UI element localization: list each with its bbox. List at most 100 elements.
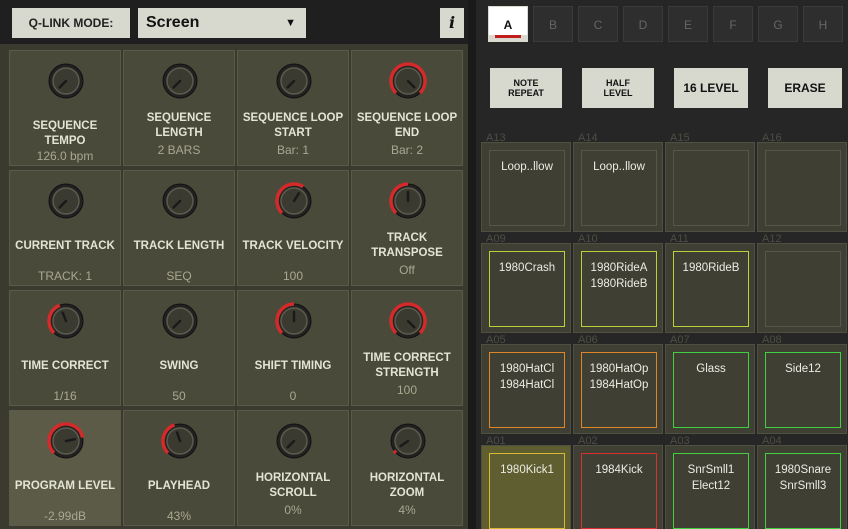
pad-number: A01 <box>486 435 506 447</box>
tab-label: E <box>683 18 692 32</box>
half-level-button[interactable]: HALF LEVEL <box>582 68 654 108</box>
qlink-cell-value: 100 <box>282 269 304 283</box>
qlink-cell[interactable]: TRACK TRANSPOSE Off <box>351 170 463 286</box>
pad-sample-1: 1980Crash <box>498 262 556 274</box>
pad-a11[interactable]: A11 1980RideB <box>665 233 755 333</box>
qlink-cell-label: TRACK VELOCITY <box>242 240 344 252</box>
sixteen-level-button[interactable]: 16 LEVEL <box>674 68 748 108</box>
qlink-cell-value: 4% <box>398 503 416 517</box>
pad-inner <box>765 150 841 226</box>
tab-g[interactable]: G <box>758 6 798 42</box>
qlink-cell[interactable]: TRACK VELOCITY 100 <box>237 170 349 286</box>
pad-a12[interactable]: A12 <box>757 233 847 333</box>
pad-sample-2: 1984HatCl <box>499 379 555 391</box>
pad-a09[interactable]: A09 1980Crash <box>481 233 571 333</box>
pad-a16[interactable]: A16 <box>757 132 847 232</box>
knob-icon[interactable] <box>46 61 86 101</box>
pad-a05[interactable]: A05 1980HatCl 1984HatCl <box>481 334 571 434</box>
pad-number: A02 <box>578 435 598 447</box>
knob-icon[interactable] <box>274 301 314 341</box>
pad-number: A08 <box>762 334 782 346</box>
qlink-cell[interactable]: SEQUENCE LOOP END Bar: 2 <box>351 50 463 166</box>
pad-a08[interactable]: A08 Side12 <box>757 334 847 434</box>
qlink-cell-value: SEQ <box>166 269 192 283</box>
qlink-cell[interactable]: SEQUENCE LOOP START Bar: 1 <box>237 50 349 166</box>
qlink-cell-label: TIME CORRECT <box>21 360 109 372</box>
qlink-cell-label: SEQUENCE LENGTH <box>146 112 212 139</box>
pad-a02[interactable]: A02 1984Kick <box>573 435 663 529</box>
qlink-cell-label: HORIZONTAL SCROLL <box>255 472 331 499</box>
qlink-cell[interactable]: SEQUENCE TEMPO 126.0 bpm <box>9 50 121 166</box>
knob-icon[interactable] <box>160 301 200 341</box>
tab-a[interactable]: A <box>488 6 528 42</box>
pad-inner <box>673 150 749 226</box>
qlink-cell[interactable]: CURRENT TRACK TRACK: 1 <box>9 170 121 286</box>
knob-icon[interactable] <box>160 61 200 101</box>
tab-f[interactable]: F <box>713 6 753 42</box>
pad-sample-1: 1980HatOp <box>589 363 649 375</box>
qlink-cell[interactable]: SWING 50 <box>123 290 235 406</box>
pad-number: A11 <box>670 233 689 245</box>
half-level-line1: HALF <box>605 78 630 88</box>
pad-a14[interactable]: A14 Loop..llow <box>573 132 663 232</box>
qlink-cell[interactable]: PROGRAM LEVEL -2.99dB <box>9 410 121 526</box>
pad-a10[interactable]: A10 1980RideA 1980RideB <box>573 233 663 333</box>
knob-icon[interactable] <box>274 181 314 221</box>
tab-label: G <box>773 18 783 32</box>
tab-b[interactable]: B <box>533 6 573 42</box>
pad-a07[interactable]: A07 Glass <box>665 334 755 434</box>
qlink-cell-value: 43% <box>166 509 192 523</box>
qlink-cell[interactable]: SEQUENCE LENGTH 2 BARS <box>123 50 235 166</box>
qlink-cell-label: SHIFT TIMING <box>254 360 332 372</box>
qlink-panel: Q-LINK MODE: Screen ▼ i SEQUENCE TEMPO 1… <box>0 0 468 529</box>
qlink-cell[interactable]: TIME CORRECT STRENGTH 100 <box>351 290 463 406</box>
pad-bank-tabs: A B C D E F G H <box>488 6 845 42</box>
qlink-cell-label: SEQUENCE LOOP END <box>356 112 458 139</box>
qlink-cell[interactable]: TIME CORRECT 1/16 <box>9 290 121 406</box>
qlink-cell[interactable]: HORIZONTAL SCROLL 0% <box>237 410 349 526</box>
tab-c[interactable]: C <box>578 6 618 42</box>
pad-sample-1: 1980HatCl <box>499 363 555 375</box>
knob-icon[interactable] <box>388 61 428 101</box>
qlink-cell[interactable]: SHIFT TIMING 0 <box>237 290 349 406</box>
knob-icon[interactable] <box>160 421 200 461</box>
pad-sample-1: SnrSmll1 <box>687 464 735 476</box>
pad-sample-2: Elect12 <box>691 480 731 492</box>
knob-icon[interactable] <box>46 301 86 341</box>
pad-a04[interactable]: A04 1980Snare SnrSmll3 <box>757 435 847 529</box>
qlink-cell[interactable]: PLAYHEAD 43% <box>123 410 235 526</box>
pad-a15[interactable]: A15 <box>665 132 755 232</box>
qlink-cell-label: PROGRAM LEVEL <box>14 480 116 492</box>
tab-d[interactable]: D <box>623 6 663 42</box>
pad-number: A07 <box>670 334 690 346</box>
pad-sample-1: 1980RideB <box>682 262 740 274</box>
pad-inner: 1980HatCl 1984HatCl <box>489 352 565 428</box>
pad-a01[interactable]: A01 1980Kick1 <box>481 435 571 529</box>
knob-icon[interactable] <box>388 421 428 461</box>
knob-icon[interactable] <box>274 61 314 101</box>
knob-icon[interactable] <box>388 301 428 341</box>
knob-icon[interactable] <box>274 421 314 461</box>
knob-icon[interactable] <box>46 181 86 221</box>
pad-sample-1: Loop..llow <box>593 161 645 173</box>
tab-h[interactable]: H <box>803 6 843 42</box>
knob-icon[interactable] <box>160 181 200 221</box>
qlink-cell[interactable]: TRACK LENGTH SEQ <box>123 170 235 286</box>
pad-a13[interactable]: A13 Loop..llow <box>481 132 571 232</box>
qlink-cell-value: 126.0 bpm <box>36 149 94 163</box>
erase-button[interactable]: ERASE <box>768 68 842 108</box>
qlink-cell[interactable]: HORIZONTAL ZOOM 4% <box>351 410 463 526</box>
pad-number: A14 <box>578 132 598 144</box>
tab-label: D <box>638 18 648 32</box>
note-repeat-button[interactable]: NOTE REPEAT <box>490 68 562 108</box>
pad-a03[interactable]: A03 SnrSmll1 Elect12 <box>665 435 755 529</box>
qlink-header: Q-LINK MODE: Screen ▼ i <box>0 0 468 44</box>
tab-e[interactable]: E <box>668 6 708 42</box>
knob-icon[interactable] <box>46 421 86 461</box>
qlink-mode-select[interactable]: Screen ▼ <box>138 8 306 38</box>
pad-number: A04 <box>762 435 782 447</box>
knob-icon[interactable] <box>388 181 428 221</box>
pad-a06[interactable]: A06 1980HatOp 1984HatOp <box>573 334 663 434</box>
tab-label: C <box>593 18 603 32</box>
info-button[interactable]: i <box>440 8 464 38</box>
